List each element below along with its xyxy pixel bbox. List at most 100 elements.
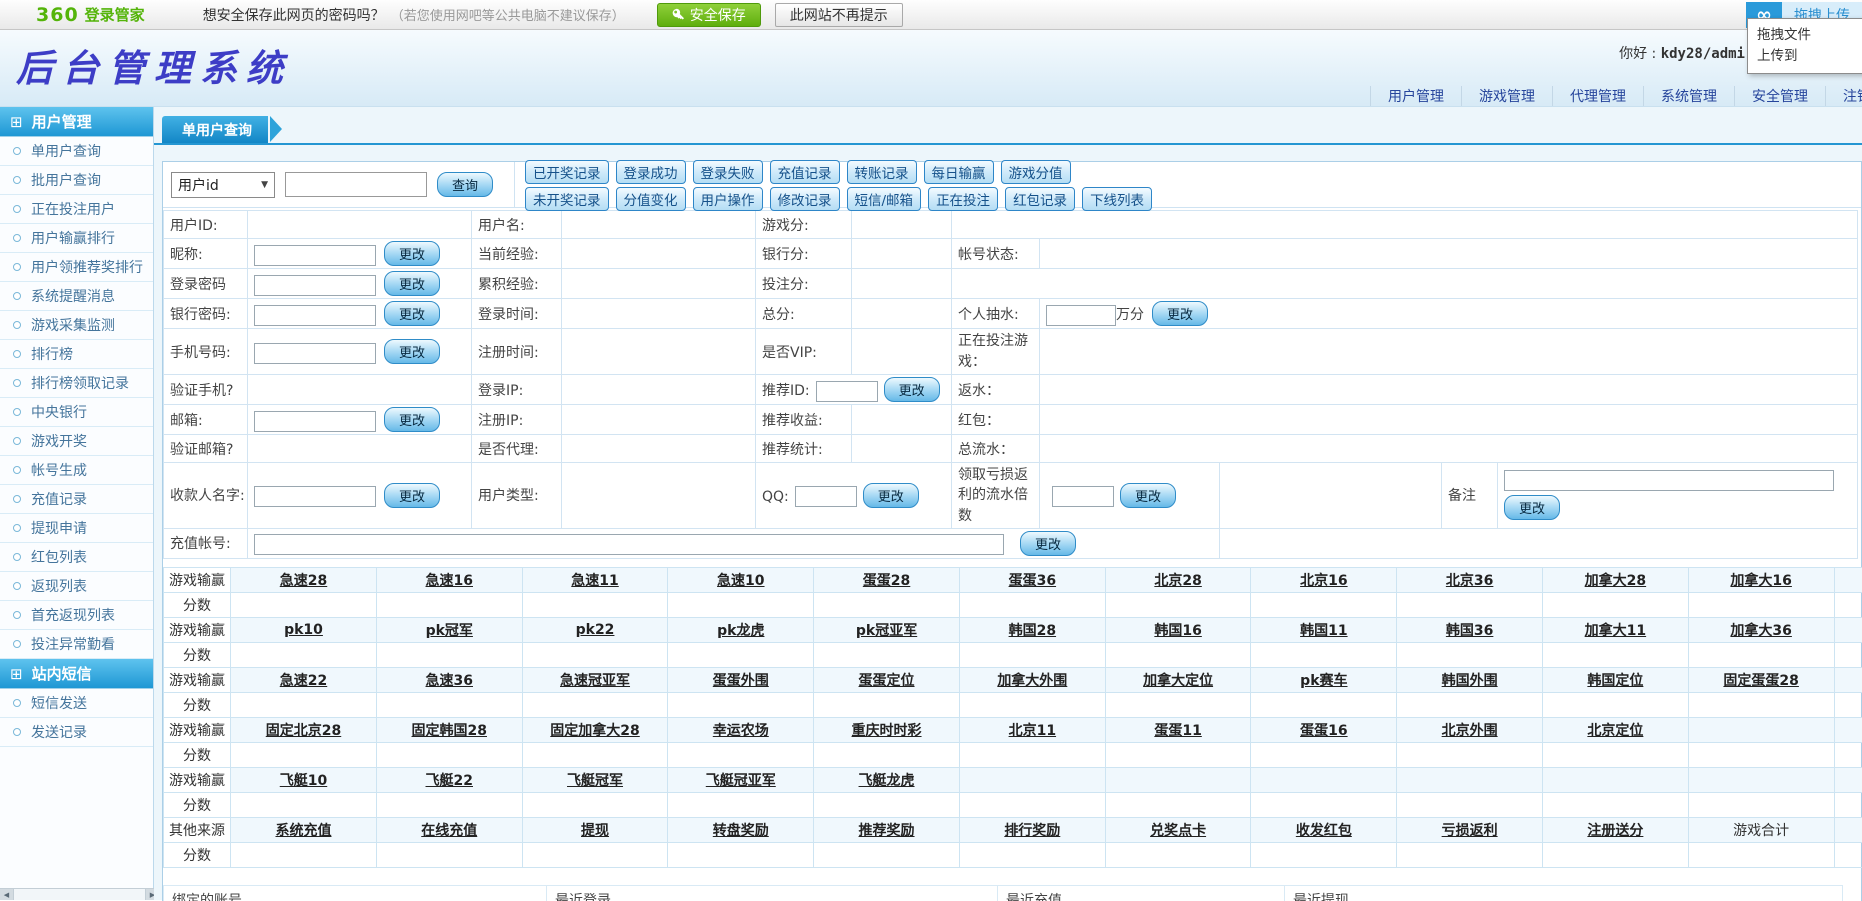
nav-tab[interactable]: 游戏管理 [1461,86,1552,106]
game-link[interactable]: 在线充值 [421,823,477,839]
nav-tab[interactable]: 安全管理 [1734,86,1825,106]
nav-tab[interactable]: 注销 [1825,86,1862,106]
game-link[interactable]: 蛋蛋11 [1154,723,1201,739]
game-link[interactable]: 加拿大定位 [1143,673,1213,689]
action-button[interactable]: 短信/邮箱 [847,187,922,211]
action-button[interactable]: 下线列表 [1082,187,1152,211]
game-link[interactable]: 固定加拿大28 [550,723,639,739]
bank-password-input[interactable] [254,305,376,326]
sidebar-item[interactable]: 正在投注用户 [0,195,153,224]
game-link[interactable]: 加拿大外围 [997,673,1067,689]
action-button[interactable]: 未开奖记录 [525,187,609,211]
game-link[interactable]: 固定韩国28 [412,723,487,739]
sidebar-hscrollbar[interactable]: ◀ ▶ [0,888,175,900]
change-button[interactable]: 更改 [1504,495,1560,520]
game-link[interactable]: 北京36 [1446,573,1493,589]
game-link[interactable]: 韩国外围 [1442,673,1498,689]
game-link[interactable]: pk龙虎 [717,623,764,639]
game-link[interactable]: 韩国36 [1446,623,1493,639]
personal-rake-input[interactable] [1046,305,1116,326]
game-link[interactable]: 北京外围 [1442,723,1498,739]
sidebar-item[interactable]: 充值记录 [0,485,153,514]
game-link[interactable]: 韩国16 [1154,623,1201,639]
change-button[interactable]: 更改 [384,407,440,432]
sidebar-item[interactable]: 游戏开奖 [0,427,153,456]
game-link[interactable]: 加拿大16 [1730,573,1791,589]
game-link[interactable]: 转盘奖励 [713,823,769,839]
nav-tab[interactable]: 用户管理 [1370,86,1461,106]
action-button[interactable]: 正在投注 [928,187,998,211]
tab-single-user-query[interactable]: 单用户查询 [162,116,268,143]
sidebar-section-site-sms[interactable]: ⊞ 站内短信 [0,659,153,689]
game-link[interactable]: 注册送分 [1587,823,1643,839]
game-link[interactable]: 飞艇22 [426,773,473,789]
sidebar-item[interactable]: 单用户查询 [0,137,153,166]
nav-tab[interactable]: 系统管理 [1643,86,1734,106]
game-link[interactable]: 急速28 [280,573,327,589]
game-link[interactable]: 蛋蛋36 [1009,573,1056,589]
game-link[interactable]: 兑奖点卡 [1150,823,1206,839]
game-link[interactable]: 北京11 [1009,723,1056,739]
scrollbar-thumb[interactable] [13,889,146,900]
game-link[interactable]: 推荐奖励 [859,823,915,839]
action-button[interactable]: 已开奖记录 [525,160,609,184]
change-button[interactable]: 更改 [384,339,440,364]
game-link[interactable]: 北京16 [1300,573,1347,589]
game-link[interactable]: 飞艇10 [280,773,327,789]
change-button[interactable]: 更改 [1020,531,1076,556]
email-input[interactable] [254,411,376,432]
nickname-input[interactable] [254,245,376,266]
game-link[interactable]: 韩国定位 [1587,673,1643,689]
game-link[interactable]: 北京定位 [1587,723,1643,739]
sidebar-item[interactable]: 发送记录 [0,718,153,747]
referrer-id-input[interactable] [816,381,878,402]
sidebar-item[interactable]: 提现申请 [0,514,153,543]
search-button[interactable]: 查询 [437,172,493,197]
change-button[interactable]: 更改 [1152,301,1208,326]
game-link[interactable]: 亏损返利 [1442,823,1498,839]
action-button[interactable]: 充值记录 [770,160,840,184]
action-button[interactable]: 每日输赢 [924,160,994,184]
game-link[interactable]: 北京28 [1154,573,1201,589]
game-link[interactable]: 急速36 [426,673,473,689]
scroll-left-icon[interactable]: ◀ [0,889,13,900]
game-link[interactable]: pk22 [576,622,615,638]
game-link[interactable]: 急速10 [717,573,764,589]
payee-name-input[interactable] [254,486,376,507]
sidebar-item[interactable]: 系统提醒消息 [0,282,153,311]
change-button[interactable]: 更改 [384,301,440,326]
game-link[interactable]: 急速冠亚军 [560,673,630,689]
game-link[interactable]: 加拿大36 [1730,623,1791,639]
game-link[interactable]: 固定北京28 [266,723,341,739]
query-type-select[interactable]: 用户id ▼ [171,172,275,198]
action-button[interactable]: 游戏分值 [1001,160,1071,184]
game-link[interactable]: 蛋蛋28 [863,573,910,589]
game-link[interactable]: 急速22 [280,673,327,689]
qq-input[interactable] [795,486,857,507]
sidebar-item[interactable]: 短信发送 [0,689,153,718]
nav-tab[interactable]: 代理管理 [1552,86,1643,106]
action-button[interactable]: 分值变化 [616,187,686,211]
game-link[interactable]: 加拿大28 [1585,573,1646,589]
sidebar-item[interactable]: 中央银行 [0,398,153,427]
game-link[interactable]: pk赛车 [1300,673,1347,689]
game-link[interactable]: 蛋蛋定位 [859,673,915,689]
game-link[interactable]: pk10 [284,622,323,638]
sidebar-item[interactable]: 用户输赢排行 [0,224,153,253]
game-link[interactable]: 飞艇冠亚军 [706,773,776,789]
game-link[interactable]: 加拿大11 [1585,623,1646,639]
game-link[interactable]: 韩国28 [1009,623,1056,639]
game-link[interactable]: 急速16 [426,573,473,589]
game-link[interactable]: 收发红包 [1296,823,1352,839]
action-button[interactable]: 转账记录 [847,160,917,184]
sidebar-item[interactable]: 首充返现列表 [0,601,153,630]
mobile-input[interactable] [254,343,376,364]
game-link[interactable]: 排行奖励 [1004,823,1060,839]
recharge-account-input[interactable] [254,534,1004,555]
sidebar-item[interactable]: 排行榜领取记录 [0,369,153,398]
game-link[interactable]: pk冠军 [426,623,473,639]
game-link[interactable]: 急速11 [571,573,618,589]
change-button[interactable]: 更改 [884,377,940,402]
game-link[interactable]: 固定蛋蛋28 [1723,673,1798,689]
sidebar-section-user-management[interactable]: ⊞ 用户管理 [0,107,153,137]
